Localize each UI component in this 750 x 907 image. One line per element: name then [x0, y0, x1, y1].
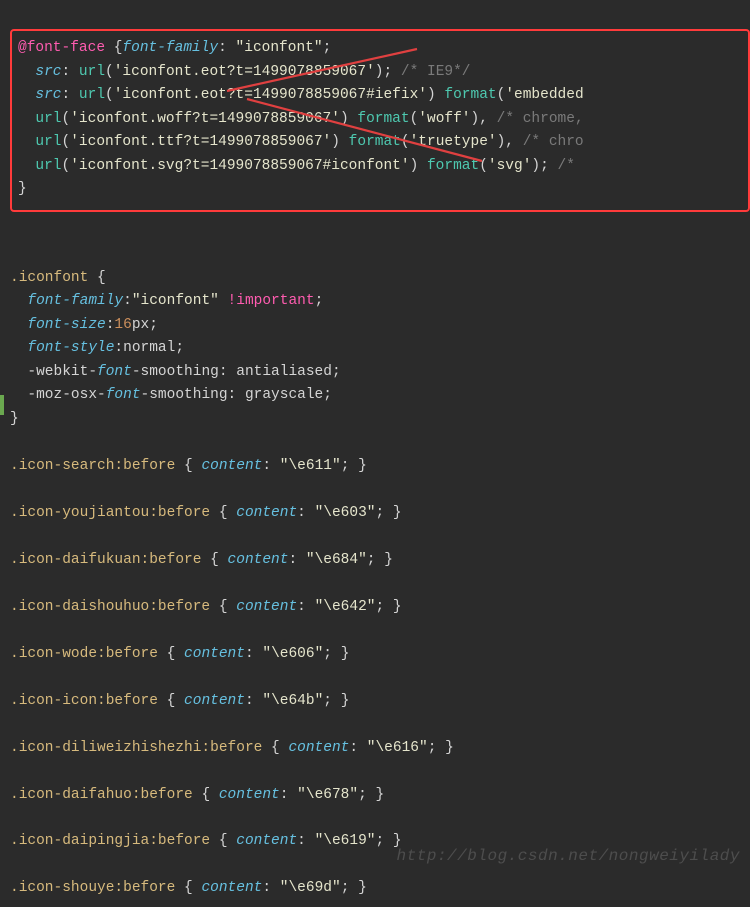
gutter-marker — [0, 395, 4, 415]
selector: .icon-wode:before — [10, 646, 158, 662]
selector: .icon-daifahuo:before — [10, 787, 193, 803]
selector: .icon-daipingjia:before — [10, 833, 210, 849]
at-rule: @font-face — [18, 40, 105, 56]
selector: .icon-daishouhuo:before — [10, 599, 210, 615]
highlight-annotation: @font-face {font-family: "iconfont"; src… — [10, 29, 750, 211]
selector: .iconfont — [10, 270, 88, 286]
selector: .icon-youjiantou:before — [10, 505, 210, 521]
selector: .icon-icon:before — [10, 693, 158, 709]
selector: .icon-search:before — [10, 458, 175, 474]
watermark: http://blog.csdn.net/nongweiyilady — [397, 844, 740, 870]
selector: .icon-daifukuan:before — [10, 552, 201, 568]
selector: .icon-shouye:before — [10, 880, 175, 896]
code-editor: @font-face {font-family: "iconfont"; src… — [0, 0, 750, 907]
selector: .icon-diliweizhishezhi:before — [10, 740, 262, 756]
